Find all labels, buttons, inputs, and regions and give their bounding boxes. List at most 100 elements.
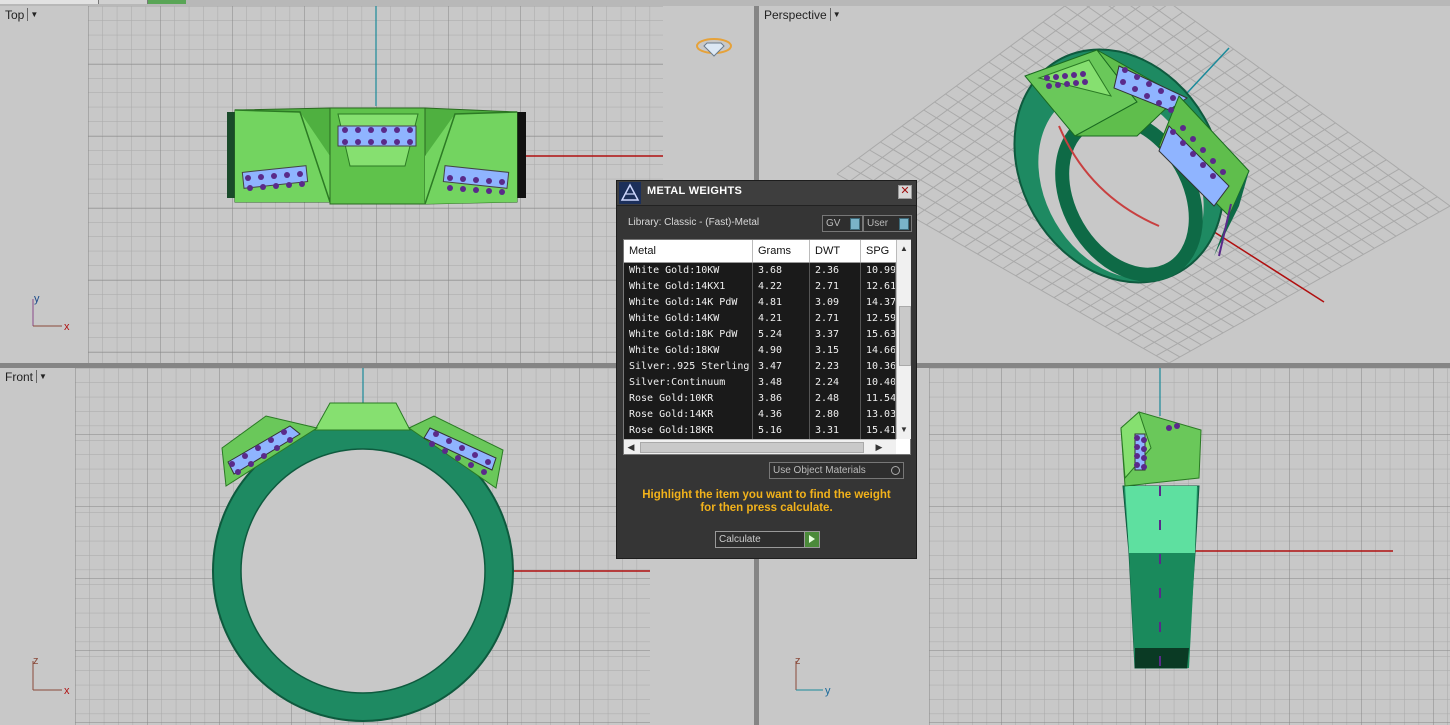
- gem-dot: [394, 127, 400, 133]
- metal-weights-table[interactable]: Metal Grams DWT SPG White Gold:10KW 3.68 2…: [623, 239, 911, 455]
- chevron-down-icon[interactable]: ▼: [829, 8, 843, 21]
- gem-dot: [447, 185, 453, 191]
- column-header-spg[interactable]: SPG: [861, 240, 896, 262]
- column-header-dwt[interactable]: DWT: [810, 240, 861, 262]
- gv-toggle-button[interactable]: GV: [822, 215, 863, 232]
- cell-dwt: 2.71: [810, 279, 861, 295]
- scroll-thumb[interactable]: [899, 306, 911, 366]
- gem-dot: [429, 441, 435, 447]
- gem-dot: [1044, 75, 1050, 81]
- gizmo-label-a: z: [33, 655, 39, 667]
- gem-dot: [1190, 151, 1196, 157]
- cell-spg: 10.99: [861, 263, 896, 279]
- cell-metal: Silver:.925 Sterling: [624, 359, 753, 375]
- cell-dwt: 3.31: [810, 423, 861, 439]
- cell-dwt: 2.80: [810, 407, 861, 423]
- cell-spg: 10.36: [861, 359, 896, 375]
- gem-dot: [1073, 80, 1079, 86]
- cell-grams: 3.48: [753, 375, 810, 391]
- gem-dot: [1180, 125, 1186, 131]
- gem-dot: [381, 127, 387, 133]
- table-row[interactable]: White Gold:18KW 4.90 3.15 14.66: [624, 343, 896, 359]
- gem-dot: [486, 188, 492, 194]
- gem-dot: [1134, 444, 1140, 450]
- toolbar-tab-1[interactable]: [0, 0, 99, 4]
- axis-gizmo-right: z y: [795, 655, 831, 697]
- instruction-text: Highlight the item you want to find the …: [627, 489, 906, 515]
- gizmo-label-b: x: [64, 321, 70, 333]
- gem-dot: [407, 127, 413, 133]
- table-row[interactable]: Rose Gold:10KR 3.86 2.48 11.54: [624, 391, 896, 407]
- gem-dot: [1200, 162, 1206, 168]
- gv-label: GV: [826, 218, 841, 229]
- scroll-thumb[interactable]: [640, 442, 864, 453]
- viewport-label-top[interactable]: Top ▼: [3, 7, 40, 23]
- table-header: Metal Grams DWT SPG: [624, 240, 896, 263]
- gem-dot: [1053, 74, 1059, 80]
- table-row[interactable]: White Gold:18K PdW 5.24 3.37 15.63: [624, 327, 896, 343]
- table-row[interactable]: Silver:Continuum 3.48 2.24 10.40: [624, 375, 896, 391]
- dialog-titlebar[interactable]: METAL WEIGHTS ✕: [617, 181, 916, 206]
- cell-grams: 4.36: [753, 407, 810, 423]
- table-row[interactable]: Rose Gold:14KR 4.36 2.80 13.03: [624, 407, 896, 423]
- calculate-button[interactable]: Calculate: [715, 531, 820, 548]
- gem-dot: [1168, 107, 1174, 113]
- axis-gizmo-front: z x: [32, 655, 70, 697]
- scroll-right-icon[interactable]: ▶: [872, 440, 886, 454]
- cell-dwt: 2.48: [810, 391, 861, 407]
- toolbar-tab-2[interactable]: [99, 0, 148, 4]
- gem-dot: [281, 429, 287, 435]
- horizontal-scrollbar[interactable]: ◀ ▶: [624, 439, 896, 454]
- gem-dot: [229, 461, 235, 467]
- gem-dot: [355, 139, 361, 145]
- ring-side-view: [1120, 411, 1202, 669]
- radio-icon: [891, 466, 900, 475]
- metal-weights-dialog: METAL WEIGHTS ✕ Library: Classic - (Fast…: [616, 180, 917, 559]
- gem-dot: [355, 127, 361, 133]
- column-header-grams[interactable]: Grams: [753, 240, 810, 262]
- cell-dwt: 3.09: [810, 295, 861, 311]
- viewport-label-text: Perspective: [764, 8, 827, 22]
- viewport-label-text: Front: [5, 370, 34, 384]
- gem-dot: [342, 139, 348, 145]
- gem-dot: [1210, 158, 1216, 164]
- gem-dot: [287, 437, 293, 443]
- gem-dot: [1082, 79, 1088, 85]
- gem-dot: [1134, 453, 1140, 459]
- library-label: Library: Classic - (Fast)-Metal: [628, 217, 760, 228]
- table-row[interactable]: White Gold:10KW 3.68 2.36 10.99: [624, 263, 896, 279]
- gem-dot: [271, 173, 277, 179]
- toolbar-tab-active[interactable]: [148, 0, 186, 4]
- gem-dot: [1120, 79, 1126, 85]
- scroll-left-icon[interactable]: ◀: [624, 440, 638, 454]
- table-row[interactable]: Silver:.925 Sterling 3.47 2.23 10.36: [624, 359, 896, 375]
- viewport-label-front[interactable]: Front ▼: [3, 369, 49, 385]
- cell-grams: 3.68: [753, 263, 810, 279]
- gem-dot: [1122, 67, 1128, 73]
- scroll-down-icon[interactable]: ▼: [897, 423, 911, 437]
- scroll-up-icon[interactable]: ▲: [897, 242, 911, 256]
- table-row[interactable]: White Gold:14KX1 4.22 2.71 12.61: [624, 279, 896, 295]
- viewport-label-perspective[interactable]: Perspective ▼: [762, 7, 843, 23]
- table-row[interactable]: White Gold:14KW 4.21 2.71 12.59: [624, 311, 896, 327]
- user-toggle-button[interactable]: User: [863, 215, 912, 232]
- column-header-metal[interactable]: Metal: [624, 240, 753, 262]
- chevron-down-icon[interactable]: ▼: [27, 8, 40, 21]
- table-row[interactable]: Rose Gold:18KR 5.16 3.31 15.41: [624, 423, 896, 439]
- gem-dot: [472, 452, 478, 458]
- gizmo-label-b: y: [825, 685, 831, 697]
- gem-dot: [460, 176, 466, 182]
- gem-dot: [1141, 464, 1147, 470]
- vertical-scrollbar[interactable]: ▲ ▼: [896, 240, 911, 439]
- close-icon[interactable]: ✕: [898, 185, 912, 199]
- gem-dot: [248, 461, 254, 467]
- gem-dot: [407, 139, 413, 145]
- gem-dot: [468, 462, 474, 468]
- cell-spg: 12.59: [861, 311, 896, 327]
- gizmo-label-b: x: [64, 685, 70, 697]
- use-object-materials-toggle[interactable]: Use Object Materials: [769, 462, 904, 479]
- chevron-down-icon[interactable]: ▼: [36, 370, 49, 383]
- gem-dot: [368, 127, 374, 133]
- table-row[interactable]: White Gold:14K PdW 4.81 3.09 14.37: [624, 295, 896, 311]
- cell-spg: 15.63: [861, 327, 896, 343]
